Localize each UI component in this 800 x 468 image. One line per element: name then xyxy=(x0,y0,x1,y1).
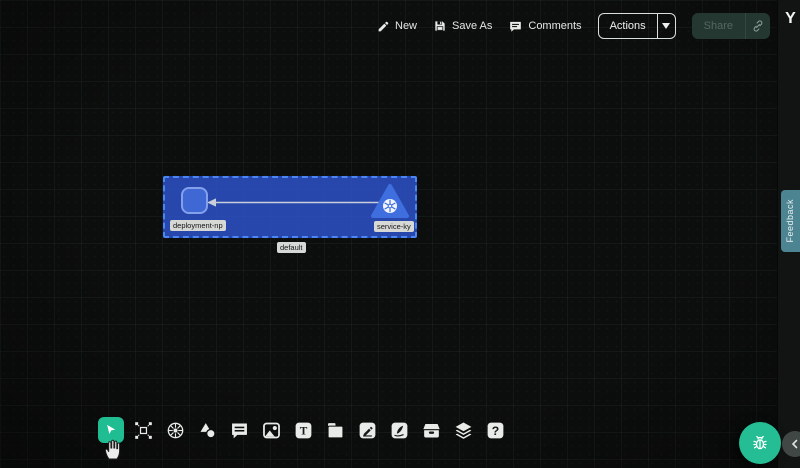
tool-kubernetes-button[interactable] xyxy=(162,417,188,443)
svg-text:?: ? xyxy=(491,423,498,437)
link-icon xyxy=(751,19,765,33)
tool-note-button[interactable] xyxy=(322,417,348,443)
node-deployment[interactable] xyxy=(181,187,208,214)
new-button[interactable]: New xyxy=(377,20,417,33)
tool-help-button[interactable]: ? xyxy=(482,417,508,443)
tool-layers-button[interactable] xyxy=(450,417,476,443)
chevron-down-icon xyxy=(662,23,670,29)
share-split-button: Share xyxy=(692,13,770,39)
share-label: Share xyxy=(704,20,733,32)
actions-label: Actions xyxy=(610,20,646,32)
kubernetes-wheel-icon xyxy=(165,420,186,441)
shapes-icon xyxy=(197,420,218,441)
help-icon: ? xyxy=(485,420,506,441)
save-icon xyxy=(433,19,447,33)
namespace-label: default xyxy=(277,242,306,253)
note-icon xyxy=(325,420,346,441)
tool-connector-select-button[interactable] xyxy=(130,417,156,443)
comments-button[interactable]: Comments xyxy=(508,19,581,34)
node-label-service: service-ky xyxy=(374,221,414,232)
tool-signature-button[interactable] xyxy=(386,417,412,443)
app-logo: Y xyxy=(781,10,800,28)
tool-pen-button[interactable] xyxy=(354,417,380,443)
archive-box-icon xyxy=(421,420,442,441)
copy-link-button[interactable] xyxy=(746,13,770,39)
actions-dropdown-toggle[interactable] xyxy=(658,14,675,38)
top-toolbar: New Save As Comments Actions xyxy=(377,13,770,39)
feedback-tab[interactable]: Feedback xyxy=(781,190,800,252)
node-service[interactable] xyxy=(370,183,410,221)
chevron-left-icon xyxy=(790,439,800,449)
bug-icon xyxy=(750,433,770,453)
actions-split-button: Actions xyxy=(598,13,676,39)
new-label: New xyxy=(395,20,417,32)
tool-comment-button[interactable] xyxy=(226,417,252,443)
feedback-tab-label: Feedback xyxy=(785,199,795,243)
signature-pen-icon xyxy=(389,420,410,441)
cursor-icon xyxy=(104,423,119,438)
tool-shapes-button[interactable] xyxy=(194,417,220,443)
tool-image-button[interactable] xyxy=(258,417,284,443)
node-label-deployment: deployment-np xyxy=(170,220,226,231)
tool-text-button[interactable]: T xyxy=(290,417,316,443)
pen-edit-icon xyxy=(357,420,378,441)
app-window: deployment-np service-ky default New Sav… xyxy=(0,0,800,468)
actions-button[interactable]: Actions xyxy=(599,14,657,38)
layers-icon xyxy=(453,420,474,441)
comments-icon xyxy=(508,19,523,34)
save-as-button[interactable]: Save As xyxy=(433,19,492,33)
pencil-icon xyxy=(377,20,390,33)
tool-select-button[interactable] xyxy=(98,417,124,443)
connector-select-icon xyxy=(133,420,154,441)
bug-report-button[interactable] xyxy=(739,422,781,464)
image-icon xyxy=(261,420,282,441)
svg-text:T: T xyxy=(299,425,307,437)
text-icon: T xyxy=(293,420,314,441)
tool-toolbar: T xyxy=(98,417,508,443)
save-as-label: Save As xyxy=(452,20,492,32)
kubernetes-icon xyxy=(383,199,397,213)
comment-bubble-icon xyxy=(229,420,250,441)
tool-archive-button[interactable] xyxy=(418,417,444,443)
share-button[interactable]: Share xyxy=(692,13,745,39)
comments-label: Comments xyxy=(528,20,581,32)
